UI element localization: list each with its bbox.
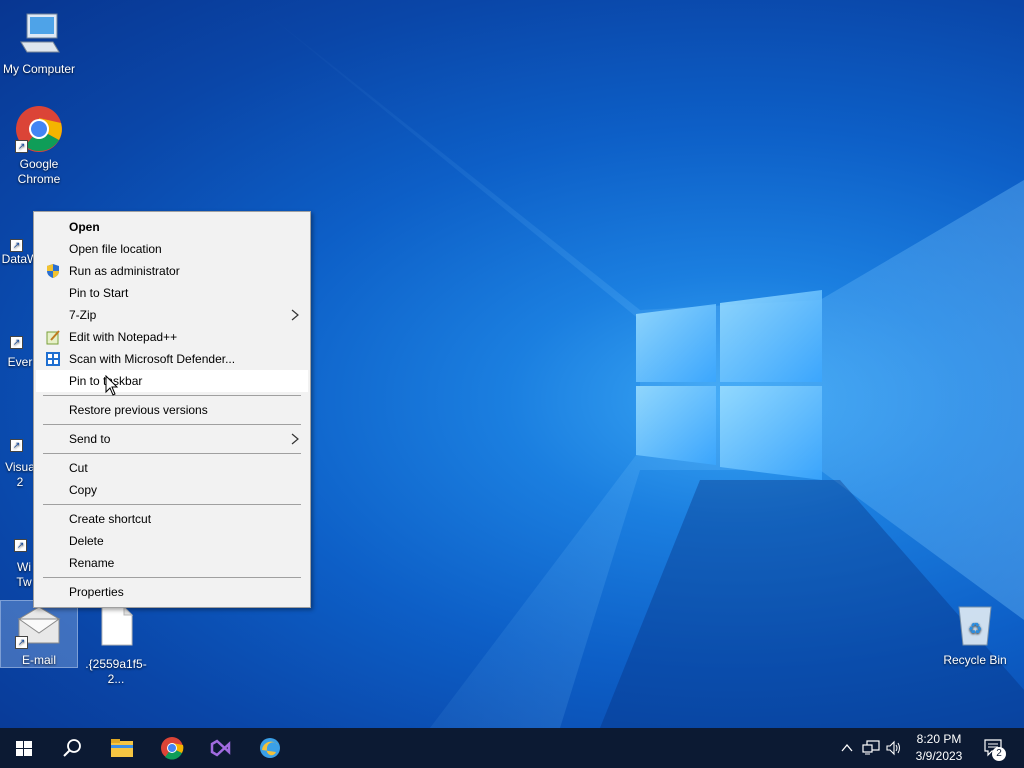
desktop-icon-recycle-bin[interactable]: ♻ Recycle Bin: [937, 601, 1013, 668]
menu-separator: [43, 424, 301, 425]
desktop-icon-my-computer[interactable]: My Computer: [1, 10, 77, 77]
chrome-icon: [161, 737, 184, 760]
recycle-bin-icon: ♻: [951, 601, 999, 649]
shortcut-arrow-icon: ↗: [15, 140, 28, 153]
svg-text:♻: ♻: [968, 619, 982, 638]
start-button[interactable]: [0, 728, 48, 768]
menu-item-run-as-administrator[interactable]: Run as administrator: [36, 260, 308, 282]
windows-logo: [636, 290, 822, 480]
desktop-icon-google-chrome[interactable]: ↗ Google Chrome: [1, 105, 77, 187]
shortcut-arrow-icon: ↗: [15, 636, 28, 649]
notification-count-badge: 2: [992, 747, 1006, 761]
search-button[interactable]: [48, 728, 96, 768]
clock-time: 8:20 PM: [916, 732, 962, 746]
file-explorer-icon: [111, 739, 133, 757]
desktop-icon-label-line1: Google: [19, 157, 59, 171]
taskbar-visual-studio[interactable]: [197, 728, 245, 768]
menu-item-pin-to-taskbar[interactable]: Pin to taskbar: [36, 370, 308, 392]
taskbar: 8:20 PM 3/9/2023 2: [0, 728, 1024, 768]
menu-item-open[interactable]: Open: [36, 216, 308, 238]
defender-shield-icon: [45, 351, 61, 367]
chevron-right-icon: [290, 432, 300, 446]
search-icon: [63, 739, 81, 757]
desktop-icon-label: My Computer: [2, 62, 76, 76]
clock[interactable]: 8:20 PM 3/9/2023: [908, 731, 970, 765]
desktop-icon-guid-file[interactable]: .{2559a1f5-2...: [78, 605, 154, 687]
shortcut-arrow-icon: ↗: [10, 239, 23, 252]
shortcut-arrow-icon: ↗: [14, 539, 27, 552]
desktop-icon-label-line2: Chrome: [17, 172, 61, 186]
menu-item-cut[interactable]: Cut: [36, 457, 308, 479]
menu-item-delete[interactable]: Delete: [36, 530, 308, 552]
start-icon: [16, 741, 32, 756]
desktop-icon-label: Recycle Bin: [943, 653, 1007, 667]
menu-item-create-shortcut[interactable]: Create shortcut: [36, 508, 308, 530]
taskbar-chrome[interactable]: [148, 728, 196, 768]
menu-item-copy[interactable]: Copy: [36, 479, 308, 501]
system-tray: [838, 728, 904, 768]
network-icon[interactable]: [862, 740, 880, 756]
clock-date: 3/9/2023: [915, 749, 963, 763]
desktop-icon-label: E-mail: [21, 653, 56, 667]
volume-icon[interactable]: [885, 740, 903, 756]
edge-icon: [260, 738, 280, 758]
taskbar-edge[interactable]: [246, 728, 294, 768]
menu-item-scan-with-defender[interactable]: Scan with Microsoft Defender...: [36, 348, 308, 370]
chevron-right-icon: [290, 308, 300, 322]
notification-center-button[interactable]: 2: [978, 728, 1018, 768]
computer-icon: [15, 10, 63, 58]
taskbar-file-explorer[interactable]: [98, 728, 146, 768]
file-icon: [92, 605, 140, 653]
shortcut-arrow-icon: ↗: [10, 439, 23, 452]
menu-item-open-file-location[interactable]: Open file location: [36, 238, 308, 260]
mouse-pointer-icon: [105, 375, 119, 396]
menu-item-pin-to-start[interactable]: Pin to Start: [36, 282, 308, 304]
context-menu: Open Open file location Run as administr…: [33, 211, 311, 608]
menu-separator: [43, 504, 301, 505]
menu-item-send-to[interactable]: Send to: [36, 428, 308, 450]
menu-item-rename[interactable]: Rename: [36, 552, 308, 574]
shortcut-arrow-icon: ↗: [10, 336, 23, 349]
visual-studio-icon: [210, 739, 231, 757]
menu-separator: [43, 453, 301, 454]
menu-separator: [43, 395, 301, 396]
mail-envelope-icon: ↗: [15, 601, 63, 649]
menu-item-7zip[interactable]: 7-Zip: [36, 304, 308, 326]
desktop-icon-email[interactable]: ↗ E-mail: [0, 600, 78, 668]
uac-shield-icon: [45, 263, 61, 279]
menu-item-restore-previous-versions[interactable]: Restore previous versions: [36, 399, 308, 421]
show-hidden-icons-chevron-up-icon[interactable]: [840, 741, 854, 755]
notepadpp-icon: [45, 329, 61, 345]
menu-item-edit-with-notepadpp[interactable]: Edit with Notepad++: [36, 326, 308, 348]
chrome-icon: ↗: [15, 105, 63, 153]
desktop-icon-label: .{2559a1f5-2...: [85, 657, 147, 686]
menu-separator: [43, 577, 301, 578]
menu-item-properties[interactable]: Properties: [36, 581, 308, 603]
